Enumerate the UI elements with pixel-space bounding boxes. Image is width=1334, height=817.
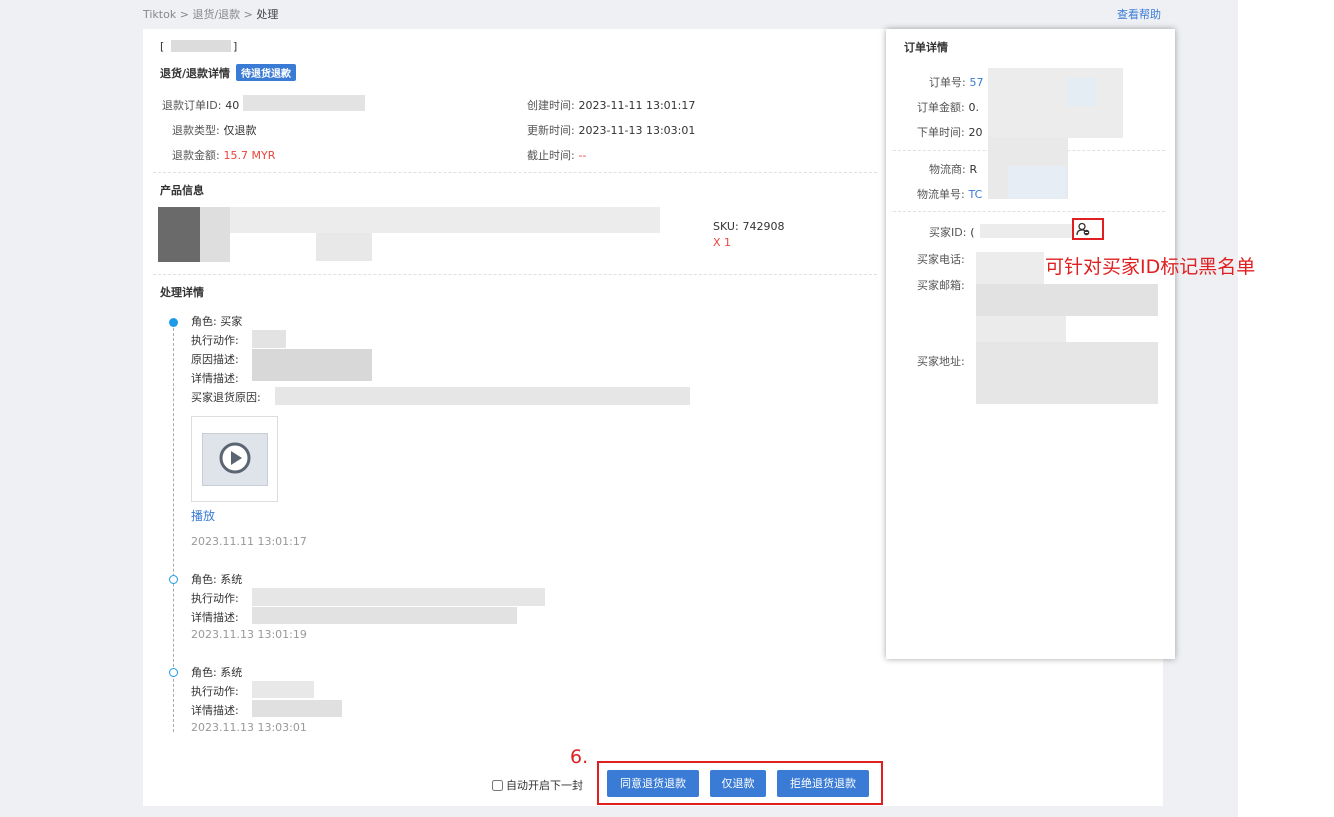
buyer-id-value: ( (970, 226, 975, 239)
timeline-dot (169, 668, 178, 677)
created-time-label: 创建时间: (527, 99, 575, 112)
order-no-label: 订单号: (929, 76, 966, 89)
carrier-label: 物流商: (929, 163, 966, 176)
redacted-reason (252, 349, 372, 381)
status-badge: 待退货退款 (236, 64, 297, 81)
help-link[interactable]: 查看帮助 (1117, 6, 1161, 22)
updated-time-label: 更新时间: (527, 124, 575, 137)
redacted-action (252, 681, 314, 698)
auto-next-toggle[interactable]: 自动开启下一封 (492, 777, 583, 793)
buyer-id-label: 买家ID: (929, 226, 967, 239)
entry-action-label: 执行动作: (191, 592, 239, 605)
auto-next-label: 自动开启下一封 (506, 779, 583, 792)
details-heading: 退货/退款详情 待退货退款 (160, 64, 297, 81)
entry-detail-label: 详情描述: (191, 372, 239, 385)
redacted-product-name-2 (316, 233, 372, 261)
entry-action-label: 执行动作: (191, 334, 239, 347)
entry-action-label: 执行动作: (191, 685, 239, 698)
order-time-label: 下单时间: (917, 126, 965, 139)
redacted-product-name (230, 207, 660, 233)
entry-role: 角色: 买家 (191, 315, 243, 328)
timeline-dot (169, 318, 178, 327)
order-header: [ (160, 40, 165, 53)
breadcrumb-item-tiktok[interactable]: Tiktok (143, 8, 176, 21)
deadline-label: 截止时间: (527, 149, 575, 162)
breadcrumb-item-returns[interactable]: 退货/退款 (192, 8, 240, 21)
sku-label: SKU: (713, 220, 739, 233)
tracking-label: 物流单号: (917, 188, 965, 201)
refund-type-value: 仅退款 (223, 124, 257, 137)
redacted-header (171, 40, 231, 52)
redacted-detail (252, 607, 517, 624)
entry-role: 角色: 系统 (191, 573, 243, 586)
product-quantity: X 1 (713, 236, 732, 249)
carrier-value: R (969, 163, 978, 176)
blacklist-annotation: 可针对买家ID标记黑名单 (1045, 256, 1256, 278)
auto-next-checkbox[interactable] (492, 779, 503, 791)
entry-buyer-reason-label: 买家退货原因: (191, 391, 261, 404)
redacted-product (200, 207, 230, 262)
process-title: 处理详情 (160, 286, 204, 299)
redacted-buyer-id (980, 224, 1072, 238)
divider (153, 172, 877, 173)
blacklist-highlight-box (1072, 218, 1104, 240)
breadcrumb-item-current: 处理 (256, 8, 279, 21)
entry-time: 2023.11.11 13:01:17 (191, 535, 307, 548)
buyer-email-label: 买家邮箱: (917, 279, 965, 292)
tracking-value[interactable]: TC (969, 188, 983, 201)
order-time-value: 20 (968, 126, 983, 139)
buyer-address-label: 买家地址: (917, 355, 965, 368)
timeline-dot (169, 575, 178, 584)
details-title: 退货/退款详情 (160, 67, 231, 80)
order-amount-label: 订单金额: (917, 101, 965, 114)
redacted-refund-id (243, 95, 365, 111)
play-link[interactable]: 播放 (191, 507, 215, 524)
entry-role: 角色: 系统 (191, 666, 243, 679)
redacted-action (252, 330, 286, 348)
product-title: 产品信息 (160, 184, 204, 197)
sku-value: 742908 (742, 220, 785, 233)
buyer-phone-label: 买家电话: (917, 253, 965, 266)
redacted-order-info (1067, 78, 1097, 106)
breadcrumb: Tiktok > 退货/退款 > 处理 (143, 8, 279, 21)
refund-amount-value: 15.7 MYR (223, 149, 276, 162)
order-no-value[interactable]: 57 (970, 76, 984, 89)
entry-time: 2023.11.13 13:03:01 (191, 721, 307, 734)
deadline-value: -- (578, 149, 587, 162)
refund-id-value: 40 (225, 99, 240, 112)
entry-detail-label: 详情描述: (191, 611, 239, 624)
order-amount-value: 0. (968, 101, 980, 114)
redacted-buyer-phone (976, 252, 1044, 284)
redacted-buyer-reason (275, 387, 690, 405)
redacted-shipping-info (1008, 166, 1066, 199)
updated-time-value: 2023-11-13 13:03:01 (578, 124, 696, 137)
step-number-annotation: 6. (570, 746, 589, 768)
entry-reason-label: 原因描述: (191, 353, 239, 366)
created-time-value: 2023-11-11 13:01:17 (578, 99, 696, 112)
entry-detail-label: 详情描述: (191, 704, 239, 717)
refund-only-button[interactable]: 仅退款 (710, 770, 766, 797)
divider (893, 211, 1165, 212)
agree-return-refund-button[interactable]: 同意退货退款 (607, 770, 699, 797)
order-panel-title: 订单详情 (904, 41, 948, 54)
entry-time: 2023.11.13 13:01:19 (191, 628, 307, 641)
redacted-buyer-email (976, 284, 1158, 316)
refund-amount-label: 退款金额: (172, 149, 220, 162)
redacted-buyer-email-2 (976, 316, 1066, 342)
reject-return-refund-button[interactable]: 拒绝退货退款 (777, 770, 869, 797)
product-image (158, 207, 200, 262)
redacted-detail (252, 700, 342, 717)
redacted-order-info (988, 68, 1123, 138)
refund-id-label: 退款订单ID: (162, 99, 222, 112)
refund-type-label: 退款类型: (172, 124, 220, 137)
redacted-action (252, 588, 545, 606)
redacted-buyer-address (976, 342, 1158, 404)
play-icon (219, 442, 251, 474)
divider (153, 274, 877, 275)
video-thumbnail[interactable] (191, 416, 278, 502)
